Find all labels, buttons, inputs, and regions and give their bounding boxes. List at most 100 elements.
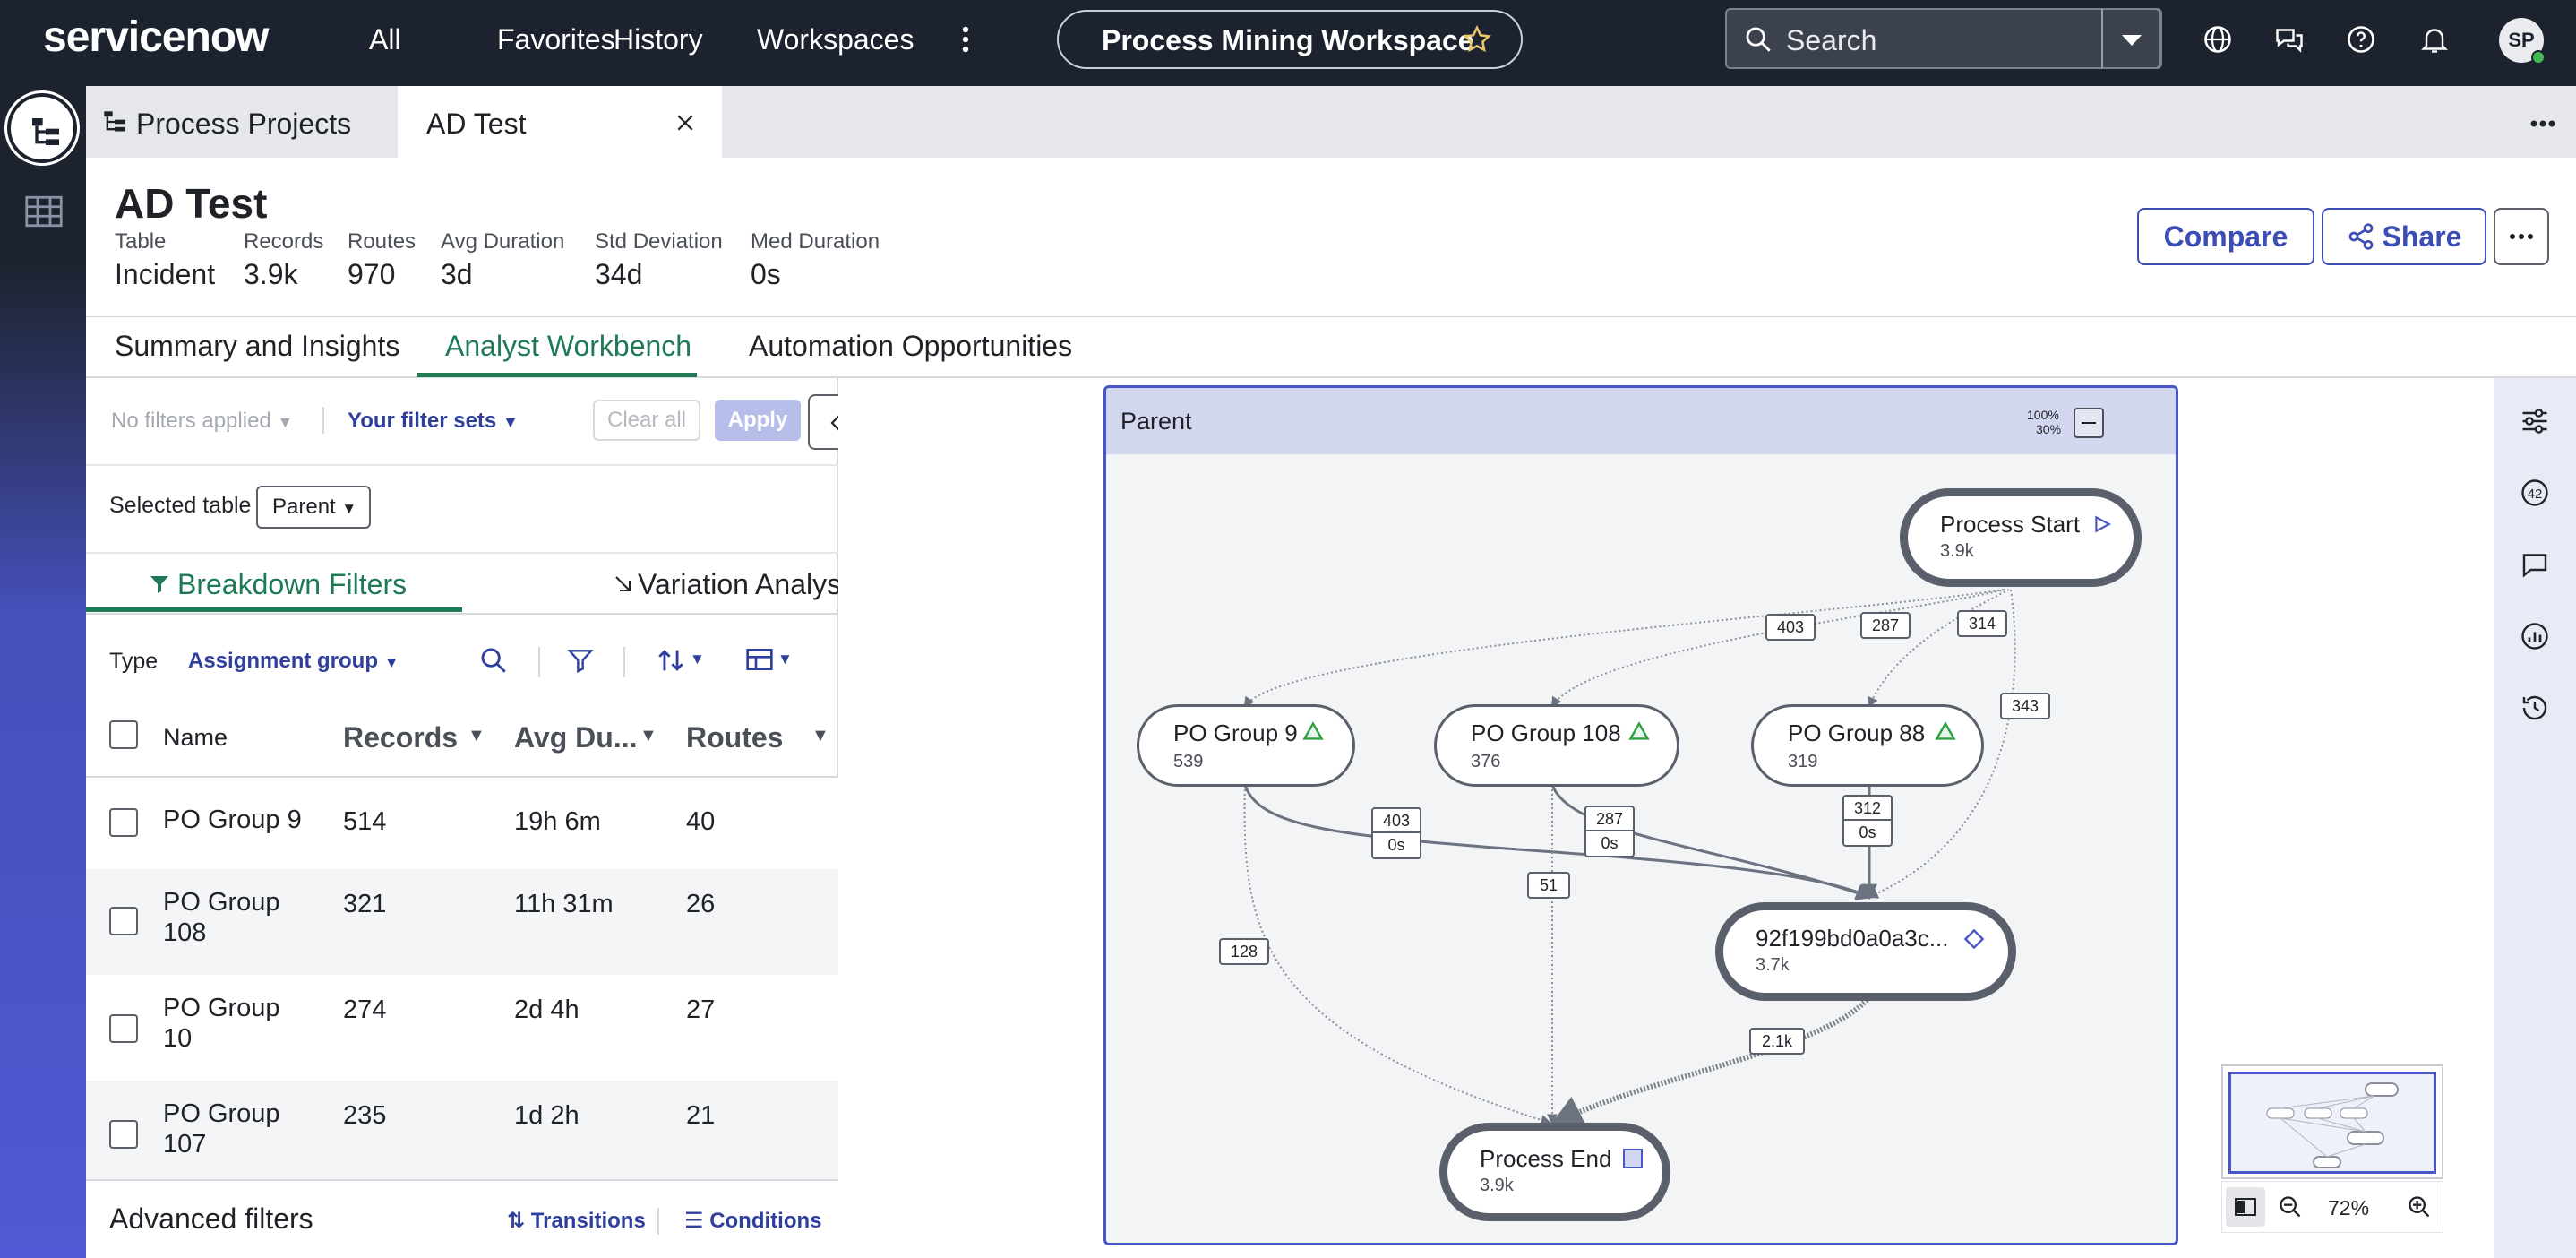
servicenow-logo[interactable]: servicenow [43, 13, 269, 62]
selected-table-dropdown[interactable]: Parent ▼ [256, 486, 371, 529]
process-map-nav-icon[interactable] [7, 93, 77, 163]
stat-table-value: Incident [115, 258, 216, 290]
edge-start-g9[interactable] [1243, 589, 2005, 708]
no-filters-dropdown[interactable]: No filters applied ▼ [111, 409, 293, 434]
process-map-canvas[interactable]: Parent 100% 30% Process Start 3.9k PO Gr… [838, 378, 2494, 1258]
table-row[interactable]: PO Group 9 514 19h 6m 40 [86, 778, 838, 869]
table-row[interactable]: PO Group 107 235 1d 2h 21 [86, 1081, 838, 1186]
caret-down-icon[interactable]: ▼ [468, 726, 485, 746]
caret-down-icon[interactable]: ▼ [640, 726, 657, 746]
transitions-link[interactable]: ⇅ Transitions [507, 1208, 646, 1234]
chevron-down-icon [2122, 35, 2142, 46]
minimap[interactable] [2221, 1064, 2443, 1179]
nav-all[interactable]: All [369, 23, 401, 56]
edge-label: 343 [2000, 693, 2050, 719]
edge-label: 287 [1860, 612, 1911, 639]
zoom-out-icon[interactable] [2278, 1194, 2303, 1219]
column-header-records[interactable]: Records [343, 722, 458, 753]
row-checkbox[interactable] [109, 1120, 138, 1149]
user-avatar[interactable]: SP [2499, 18, 2546, 65]
table-row[interactable]: PO Group 10 274 2d 4h 27 [86, 975, 838, 1081]
nav-history[interactable]: History [614, 23, 703, 56]
tab-breakdown-filters[interactable]: Breakdown Filters [86, 554, 462, 613]
search-placeholder: Search [1786, 24, 1877, 56]
comment-icon[interactable] [2519, 548, 2551, 581]
no-filters-label: No filters applied [111, 409, 271, 433]
apply-button[interactable]: Apply [715, 400, 801, 441]
stat-table-label: Table [115, 229, 167, 254]
notifications-bell-icon[interactable] [2418, 23, 2451, 56]
stat-med-duration-label: Med Duration [751, 229, 880, 254]
edge-start-g108[interactable] [1550, 589, 2006, 709]
node-process-end[interactable]: Process End 3.9k [1439, 1123, 1670, 1221]
more-horizontal-icon[interactable] [2529, 116, 2556, 127]
row-routes: 21 [686, 1101, 716, 1130]
tab-process-projects[interactable]: Process Projects [102, 86, 394, 158]
arrow-down-right-icon [615, 576, 631, 591]
column-chooser-dropdown[interactable]: ▼ [745, 645, 801, 676]
more-vertical-icon[interactable] [958, 23, 973, 56]
edge-start-g88[interactable] [1868, 589, 2010, 709]
settings-sliders-icon[interactable] [2519, 405, 2551, 437]
node-process-start[interactable]: Process Start 3.9k [1900, 488, 2142, 587]
close-icon[interactable] [675, 113, 695, 133]
tab-analyst-workbench[interactable]: Analyst Workbench [445, 330, 691, 363]
minimap-toggle-button[interactable] [2226, 1187, 2265, 1227]
stat-med-duration-value: 0s [751, 258, 781, 290]
history-clock-icon[interactable] [2519, 692, 2551, 724]
zoom-level: 72% [2328, 1196, 2370, 1219]
caret-down-icon[interactable]: ▼ [811, 726, 829, 746]
clear-all-button[interactable]: Clear all [593, 400, 700, 441]
minimap-viewport[interactable] [2228, 1072, 2436, 1174]
transitions-label: Transitions [530, 1209, 646, 1233]
sort-dropdown[interactable]: ▼ [656, 645, 711, 676]
zoom-in-icon[interactable] [2407, 1194, 2432, 1219]
row-checkbox[interactable] [109, 1014, 138, 1043]
node-92f199bd0a0a3c[interactable]: 92f199bd0a0a3c... 3.7k [1715, 902, 2016, 1001]
tab-variation-analysis[interactable]: Variation Analysis [462, 554, 862, 613]
nav-favorites[interactable]: Favorites [497, 23, 615, 56]
workspace-switcher[interactable]: Process Mining Workspace [1057, 10, 1523, 69]
select-all-checkbox[interactable] [109, 720, 138, 749]
node-po-group-88[interactable]: PO Group 88 319 [1751, 704, 1984, 787]
globe-icon[interactable] [2202, 23, 2234, 56]
help-icon[interactable] [2345, 23, 2377, 56]
number-badge-icon[interactable]: 42 [2519, 477, 2551, 509]
search-box[interactable]: Search [1725, 8, 2162, 69]
conditions-label: Conditions [709, 1209, 822, 1233]
node-po-group-108[interactable]: PO Group 108 376 [1434, 704, 1679, 787]
row-checkbox[interactable] [109, 808, 138, 837]
share-button-label: Share [2382, 220, 2462, 253]
table-row[interactable]: PO Group 108 321 11h 31m 26 [86, 869, 838, 975]
share-button[interactable]: Share [2322, 208, 2486, 265]
search-scope-dropdown[interactable] [2101, 8, 2160, 69]
nav-workspaces[interactable]: Workspaces [757, 23, 914, 56]
row-records: 514 [343, 807, 387, 836]
tab-ad-test[interactable]: AD Test [398, 86, 722, 158]
analytics-icon[interactable] [2519, 620, 2551, 652]
row-name: PO Group 10 [163, 994, 280, 1053]
row-routes: 26 [686, 890, 716, 918]
more-actions-button[interactable] [2494, 208, 2549, 265]
tab-summary-insights[interactable]: Summary and Insights [115, 330, 399, 363]
chat-icon[interactable] [2273, 23, 2306, 56]
workspace-left-rail [0, 86, 86, 1258]
table-grid-icon[interactable] [25, 195, 63, 228]
type-dropdown[interactable]: Assignment group ▼ [188, 649, 399, 674]
edge-mid-end[interactable] [1550, 995, 1872, 1126]
column-header-avg-duration[interactable]: Avg Du... [514, 722, 637, 753]
column-header-routes[interactable]: Routes [686, 722, 783, 753]
column-header-name[interactable]: Name [163, 722, 228, 753]
advanced-filters-label[interactable]: Advanced filters [109, 1202, 313, 1236]
favorite-star-icon[interactable] [1462, 24, 1492, 55]
row-checkbox[interactable] [109, 907, 138, 935]
compare-button[interactable]: Compare [2137, 208, 2314, 265]
tab-automation-opportunities[interactable]: Automation Opportunities [749, 330, 1072, 363]
search-icon[interactable] [478, 645, 509, 676]
filter-sets-dropdown[interactable]: Your filter sets ▼ [348, 409, 519, 434]
conditions-link[interactable]: ☰ Conditions [684, 1208, 822, 1234]
node-po-group-9[interactable]: PO Group 9 539 [1137, 704, 1355, 787]
row-name: PO Group 9 [163, 806, 302, 834]
filter-funnel-icon[interactable] [566, 645, 595, 676]
stat-records-value: 3.9k [244, 258, 298, 290]
